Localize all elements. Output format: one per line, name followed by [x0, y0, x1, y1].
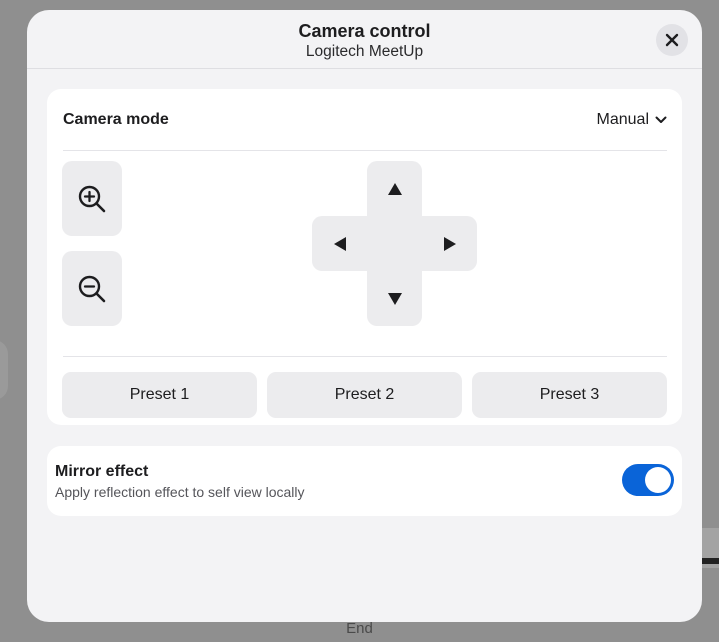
zoom-out-icon	[78, 275, 106, 302]
close-icon	[665, 33, 679, 47]
dialog-subtitle: Logitech MeetUp	[305, 43, 424, 60]
preset-2-button[interactable]: Preset 2	[267, 372, 462, 418]
close-button[interactable]	[656, 24, 688, 56]
end-call-label: End	[346, 620, 373, 637]
pan-left-button[interactable]	[312, 216, 367, 271]
arrow-right-icon	[443, 236, 456, 251]
dialog-title: Camera control	[298, 21, 431, 41]
preset-1-button[interactable]: Preset 1	[62, 372, 257, 418]
dialog-header: Camera control Logitech MeetUp	[27, 10, 702, 69]
camera-mode-row: Camera mode Manual	[63, 89, 667, 151]
backdrop-edge	[701, 528, 719, 568]
arrow-down-icon	[387, 292, 402, 305]
chevron-down-icon	[655, 116, 667, 123]
mirror-effect-card: Mirror effect Apply reflection effect to…	[47, 446, 682, 516]
mirror-effect-description: Apply reflection effect to self view loc…	[55, 484, 305, 500]
mirror-effect-toggle[interactable]	[622, 464, 674, 496]
zoom-in-button[interactable]	[62, 161, 122, 236]
divider	[63, 356, 667, 357]
arrow-left-icon	[333, 236, 346, 251]
pan-tilt-dpad	[312, 161, 477, 326]
backdrop-shape	[0, 340, 8, 400]
camera-control-dialog: Camera control Logitech MeetUp Camera mo…	[27, 10, 702, 622]
camera-mode-value: Manual	[596, 110, 649, 128]
pan-right-button[interactable]	[422, 216, 477, 271]
tilt-down-button[interactable]	[367, 271, 422, 326]
mirror-effect-title: Mirror effect	[55, 463, 149, 480]
preset-3-button[interactable]: Preset 3	[472, 372, 667, 418]
zoom-out-button[interactable]	[62, 251, 122, 326]
camera-mode-label: Camera mode	[63, 110, 169, 128]
arrow-up-icon	[387, 182, 402, 195]
zoom-in-icon	[78, 185, 106, 212]
toggle-knob	[645, 467, 671, 493]
camera-mode-select[interactable]: Manual	[597, 111, 667, 129]
tilt-up-button[interactable]	[367, 161, 422, 216]
camera-card: Camera mode Manual Preset 1 Preset 2 Pre…	[47, 89, 682, 425]
